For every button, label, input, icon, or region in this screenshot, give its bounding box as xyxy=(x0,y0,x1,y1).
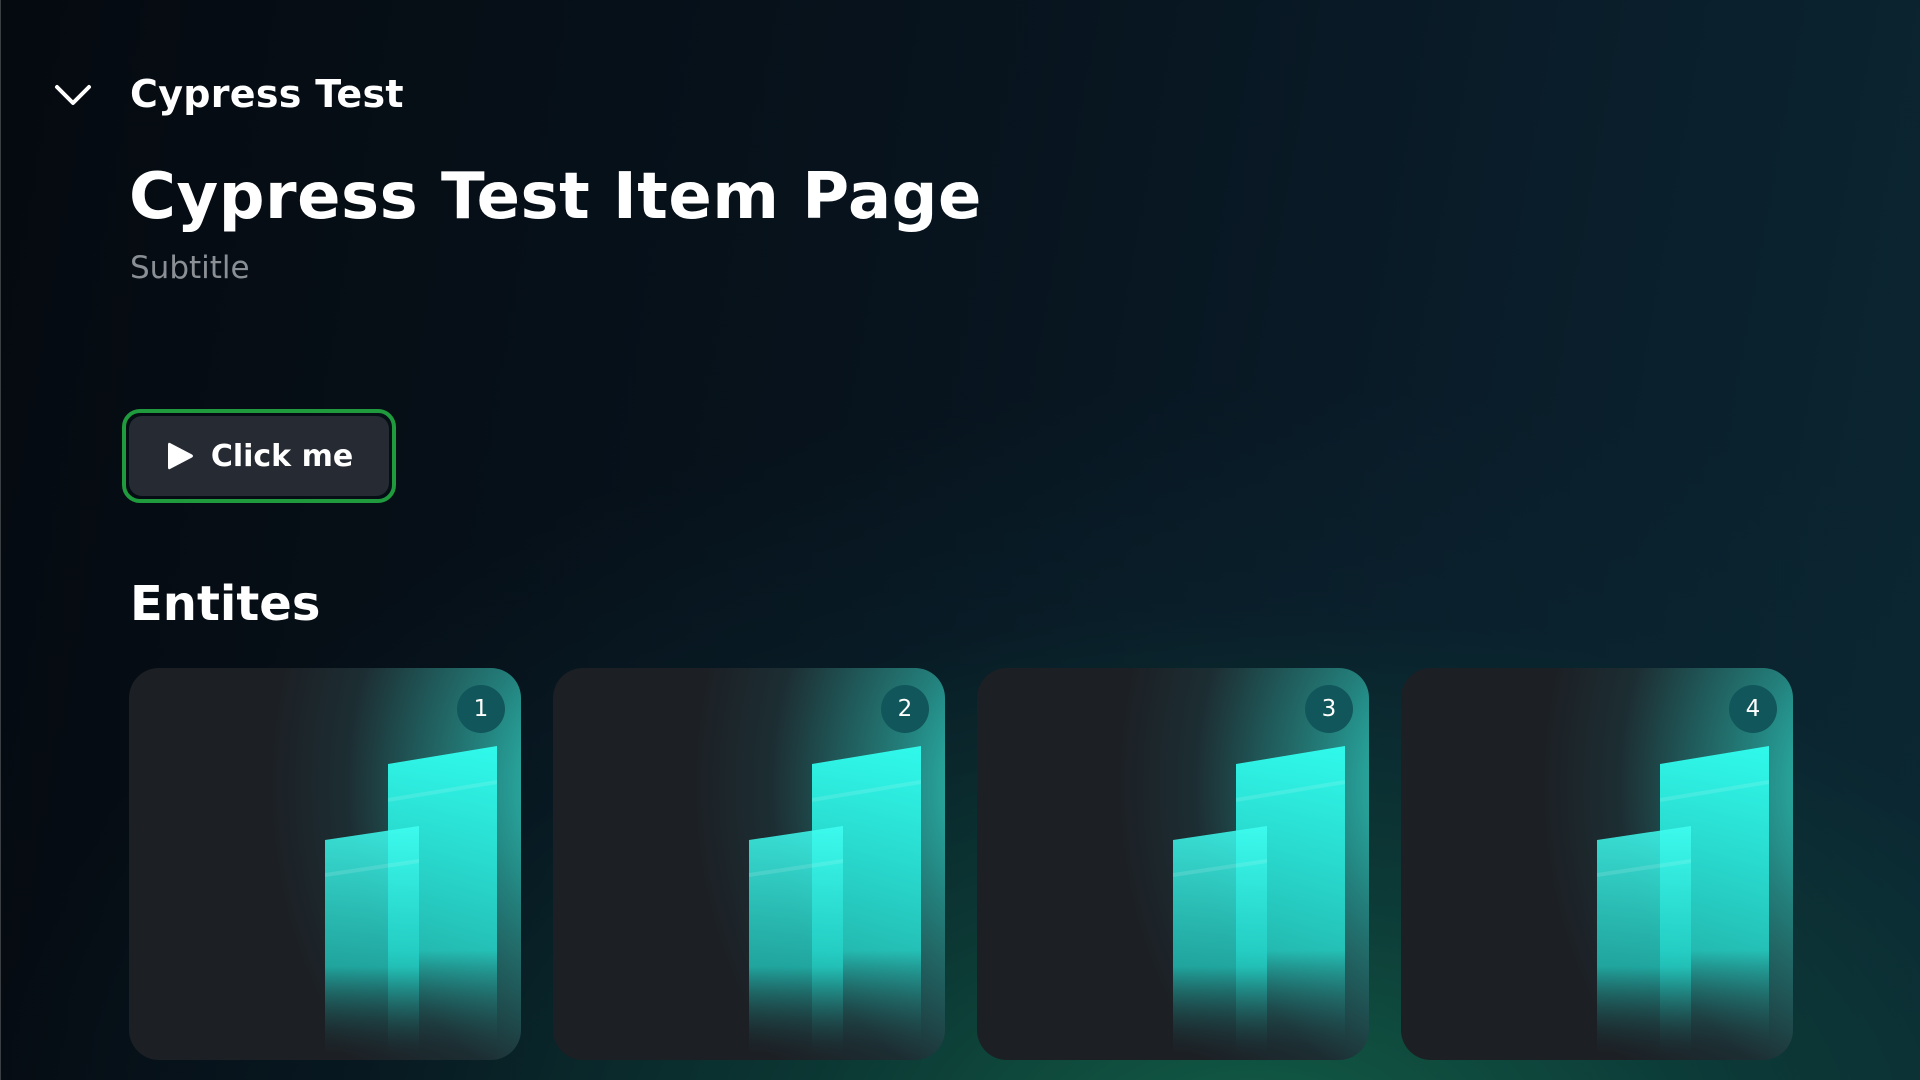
click-me-button-label: Click me xyxy=(210,438,354,474)
entity-card-artwork xyxy=(749,746,921,1060)
chevron-down-icon[interactable] xyxy=(52,74,94,116)
header-title: Cypress Test xyxy=(130,72,404,116)
card-index-badge: 4 xyxy=(1729,685,1777,733)
header: Cypress Test xyxy=(52,70,404,120)
click-me-button-body[interactable]: Click me xyxy=(129,416,389,496)
entity-card[interactable]: 2 xyxy=(553,668,945,1060)
entity-card[interactable]: 4 xyxy=(1401,668,1793,1060)
entity-card-artwork xyxy=(1173,746,1345,1060)
card-index-badge: 2 xyxy=(881,685,929,733)
click-me-button[interactable]: Click me xyxy=(122,409,396,503)
card-index-badge: 1 xyxy=(457,685,505,733)
section-title-entities: Entites xyxy=(130,576,321,632)
play-icon xyxy=(165,440,195,472)
entity-card[interactable]: 1 xyxy=(129,668,521,1060)
page-title: Cypress Test Item Page xyxy=(129,160,982,234)
left-edge-divider xyxy=(0,0,1,1080)
entity-card[interactable]: 3 xyxy=(977,668,1369,1060)
page-subtitle: Subtitle xyxy=(130,250,250,286)
entity-card-artwork xyxy=(1597,746,1769,1060)
card-index-badge: 3 xyxy=(1305,685,1353,733)
entity-card-artwork xyxy=(325,746,497,1060)
entity-card-list: 1 2 3 4 xyxy=(129,668,1793,1060)
